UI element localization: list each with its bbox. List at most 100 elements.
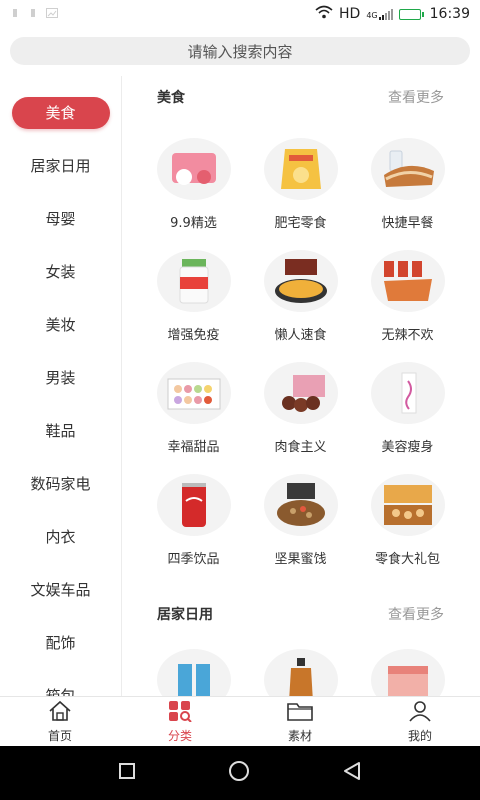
subcategory-item[interactable]: 无辣不欢 — [354, 250, 461, 343]
sidebar-item-men[interactable]: 男装 — [0, 351, 121, 404]
subcategory-label: 幸福甜品 — [167, 440, 220, 455]
system-nav-bar — [0, 746, 480, 800]
see-more-link[interactable]: 查看更多 — [388, 604, 444, 624]
snack-gift-box-image — [370, 474, 445, 536]
sidebar-item-baby[interactable]: 母婴 — [0, 192, 121, 245]
clock: 16:39 — [429, 6, 470, 22]
subcategory-label: 肉食主义 — [274, 440, 327, 455]
subcategory-item[interactable]: 肥宅零食 — [247, 138, 354, 231]
sidebar-item-bags[interactable]: 箱包 — [0, 669, 121, 696]
noodles-image — [263, 250, 338, 312]
section-title: 居家日用 — [157, 607, 213, 623]
section-title: 美食 — [157, 90, 185, 106]
subcategory-label: 零食大礼包 — [374, 552, 440, 567]
sidebar-item-label: 母婴 — [45, 210, 76, 228]
category-icon — [167, 700, 193, 726]
section-header: 居家日用 查看更多 — [123, 593, 480, 635]
sidebar-item-label: 鞋品 — [45, 422, 76, 440]
subcategory-grid — [123, 649, 480, 696]
meat-snack-image — [263, 362, 338, 424]
tab-category[interactable]: 分类 — [120, 697, 240, 746]
sidebar-item-label: 男装 — [45, 369, 76, 387]
spicy-snack-image — [370, 250, 445, 312]
search-placeholder: 请输入搜索内容 — [187, 42, 293, 61]
subcategory-item[interactable] — [354, 649, 461, 696]
nuts-box-image — [263, 474, 338, 536]
category-sidebar[interactable]: 美食 居家日用 母婴 女装 美妆 男装 鞋品 数码家电 内衣 文娱车品 配饰 箱… — [0, 76, 122, 696]
network-type: HD — [339, 6, 361, 22]
folder-icon — [286, 700, 314, 726]
see-more-link[interactable]: 查看更多 — [388, 87, 444, 107]
image-icon — [46, 7, 58, 21]
subcategory-item[interactable] — [140, 649, 247, 696]
sidebar-item-entertainment[interactable]: 文娱车品 — [0, 563, 121, 616]
subcategory-label: 四季饮品 — [167, 552, 220, 567]
subcategory-item[interactable]: 9.9精选 — [140, 138, 247, 231]
tab-label: 分类 — [167, 728, 192, 743]
sidebar-item-underwear[interactable]: 内衣 — [0, 510, 121, 563]
signal-icon: 4G — [366, 8, 393, 20]
sidebar-item-label: 内衣 — [45, 528, 76, 546]
sidebar-item-label: 箱包 — [45, 687, 76, 696]
subcategory-item[interactable]: 肉食主义 — [247, 362, 354, 455]
sidebar-item-label: 美妆 — [45, 316, 76, 334]
snack-bag-image — [156, 138, 231, 200]
network-gen: 4G — [366, 11, 378, 20]
cleaner-bottle-image — [156, 649, 231, 696]
subcategory-label: 9.9精选 — [170, 216, 217, 231]
sidebar-item-home[interactable]: 居家日用 — [0, 139, 121, 192]
back-button[interactable] — [341, 760, 363, 786]
category-content[interactable]: 美食 查看更多 9.9精选 肥宅零食 快捷早餐 增强免疫 懒人速食 无辣不欢 幸… — [123, 76, 480, 696]
status-bar: HD 4G 16:39 — [0, 0, 480, 28]
bottom-tab-bar: 首页 分类 素材 我的 — [0, 696, 480, 746]
sidebar-item-food[interactable]: 美食 — [0, 86, 121, 139]
subcategory-item[interactable]: 快捷早餐 — [354, 138, 461, 231]
subcategory-label: 坚果蜜饯 — [274, 552, 327, 567]
subcategory-item[interactable]: 美容瘦身 — [354, 362, 461, 455]
subcategory-label: 懒人速食 — [274, 328, 327, 343]
section-header: 美食 查看更多 — [123, 76, 480, 118]
sidebar-item-label: 配饰 — [45, 634, 76, 652]
subcategory-item[interactable]: 四季饮品 — [140, 474, 247, 567]
tab-label: 首页 — [47, 728, 72, 743]
subcategory-label: 美容瘦身 — [381, 440, 434, 455]
subcategory-item[interactable]: 增强免疫 — [140, 250, 247, 343]
sidebar-item-women[interactable]: 女装 — [0, 245, 121, 298]
supplement-jar-image — [156, 250, 231, 312]
subcategory-item[interactable]: 懒人速食 — [247, 250, 354, 343]
sidebar-item-beauty[interactable]: 美妆 — [0, 298, 121, 351]
tab-label: 我的 — [407, 728, 432, 743]
notification-icon — [28, 8, 38, 21]
home-icon — [47, 700, 73, 726]
sidebar-item-accessories[interactable]: 配饰 — [0, 616, 121, 669]
subcategory-item[interactable] — [247, 649, 354, 696]
slimming-product-image — [370, 362, 445, 424]
wifi-icon — [315, 5, 333, 23]
sidebar-item-shoes[interactable]: 鞋品 — [0, 404, 121, 457]
search-input[interactable]: 请输入搜索内容 — [10, 37, 470, 65]
subcategory-label: 增强免疫 — [167, 328, 220, 343]
tab-mine[interactable]: 我的 — [360, 697, 480, 746]
sidebar-item-label: 文娱车品 — [30, 581, 91, 599]
subcategory-grid: 9.9精选 肥宅零食 快捷早餐 增强免疫 懒人速食 无辣不欢 幸福甜品 肉食主义… — [123, 138, 480, 567]
chips-bag-image — [263, 138, 338, 200]
sidebar-item-digital[interactable]: 数码家电 — [0, 457, 121, 510]
tissue-pack-image — [370, 649, 445, 696]
notification-icon — [10, 8, 20, 21]
tab-label: 素材 — [287, 728, 312, 743]
oil-bottle-image — [263, 649, 338, 696]
recent-apps-button[interactable] — [117, 761, 137, 785]
status-left-icons — [10, 7, 58, 21]
sidebar-item-label: 女装 — [45, 263, 76, 281]
subcategory-item[interactable]: 坚果蜜饯 — [247, 474, 354, 567]
home-button[interactable] — [227, 759, 251, 787]
tab-home[interactable]: 首页 — [0, 697, 120, 746]
bread-image — [370, 138, 445, 200]
cola-can-image — [156, 474, 231, 536]
tab-materials[interactable]: 素材 — [240, 697, 360, 746]
sidebar-item-label: 美食 — [11, 96, 110, 129]
subcategory-item[interactable]: 幸福甜品 — [140, 362, 247, 455]
subcategory-label: 肥宅零食 — [274, 216, 327, 231]
subcategory-item[interactable]: 零食大礼包 — [354, 474, 461, 567]
user-icon — [407, 700, 433, 726]
